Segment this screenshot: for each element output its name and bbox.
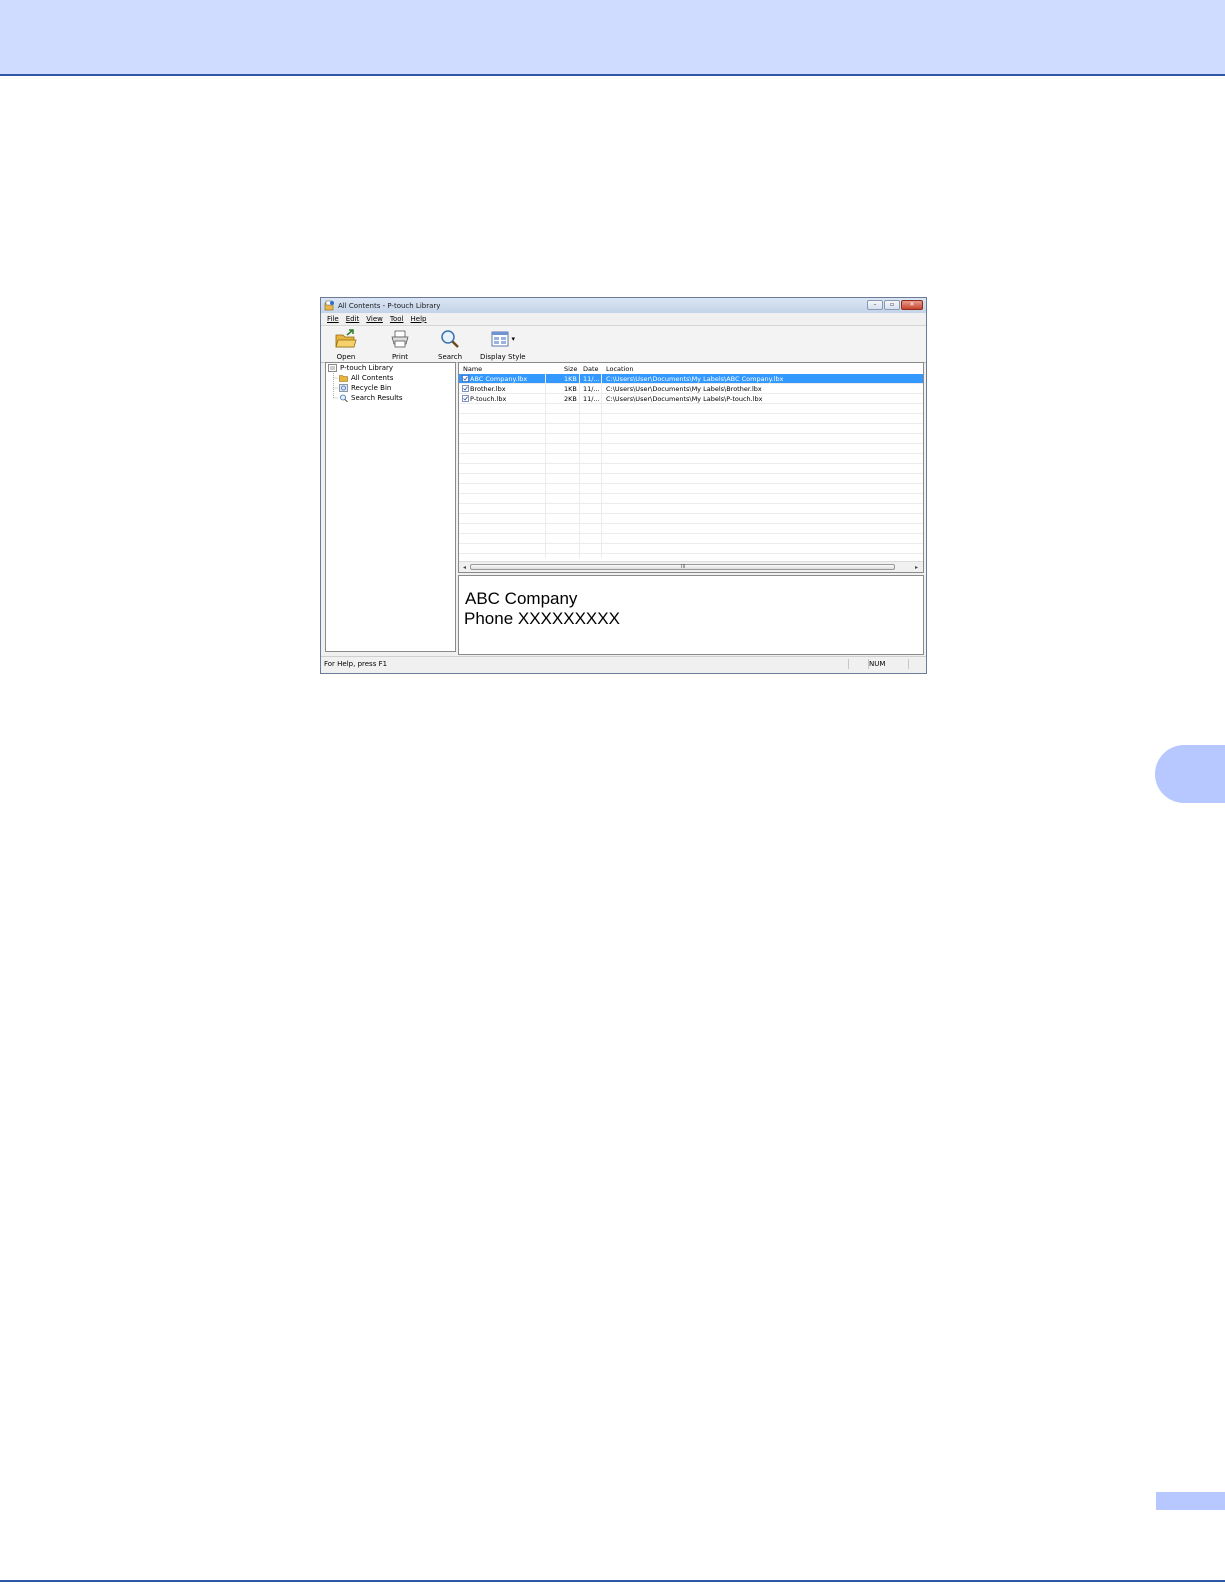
magnifier-icon xyxy=(439,328,461,350)
file-list[interactable]: Name Size Date Location ABC Company.lbx … xyxy=(458,362,924,573)
scrollbar-thumb[interactable]: III xyxy=(470,564,895,570)
cell-location: C:\Users\User\Documents\My Labels\P-touc… xyxy=(606,395,763,403)
tree-item-recycle-bin[interactable]: Recycle Bin xyxy=(339,384,391,392)
cell-location: C:\Users\User\Documents\My Labels\ABC Co… xyxy=(606,375,784,383)
printer-icon xyxy=(389,328,411,350)
folder-icon xyxy=(339,374,348,382)
empty-row xyxy=(459,424,923,434)
tree-item-search-results[interactable]: Search Results xyxy=(339,394,403,402)
open-label: Open xyxy=(336,353,356,361)
lbx-file-icon xyxy=(462,375,469,382)
cell-size: 1KB xyxy=(564,385,577,393)
empty-row xyxy=(459,434,923,444)
empty-row xyxy=(459,534,923,544)
list-grid: ABC Company.lbx 1KB 11/... C:\Users\User… xyxy=(459,374,923,558)
empty-row xyxy=(459,494,923,504)
cell-name: ABC Company.lbx xyxy=(462,375,544,383)
library-tree[interactable]: P-touch Library All Contents Recycle Bin… xyxy=(325,362,456,652)
cell-name: Brother.lbx xyxy=(462,385,544,393)
minimize-button[interactable]: – xyxy=(867,300,883,310)
title-bar[interactable]: All Contents - P-touch Library – ▫ ✕ xyxy=(321,298,926,313)
tree-item-all-contents[interactable]: All Contents xyxy=(339,374,393,382)
empty-row xyxy=(459,524,923,534)
column-divider xyxy=(579,374,580,558)
empty-row xyxy=(459,484,923,494)
cell-date: 11/... xyxy=(583,375,600,383)
table-row[interactable]: Brother.lbx 1KB 11/... C:\Users\User\Doc… xyxy=(459,384,923,394)
cell-size: 2KB xyxy=(564,395,577,403)
window-title: All Contents - P-touch Library xyxy=(338,301,441,310)
search-button[interactable]: Search xyxy=(438,328,462,361)
preview-line-company: ABC Company xyxy=(465,589,578,608)
status-cell xyxy=(848,659,869,669)
page-number-box xyxy=(1156,1492,1225,1510)
search-results-icon xyxy=(339,394,348,402)
open-button[interactable]: Open xyxy=(335,328,357,361)
display-style-icon: ▾ xyxy=(486,328,520,350)
status-bar: For Help, press F1 NUM xyxy=(321,656,926,672)
menu-view[interactable]: View xyxy=(366,315,383,323)
empty-row xyxy=(459,474,923,484)
library-icon xyxy=(328,364,337,372)
empty-row xyxy=(459,404,923,414)
cell-size: 1KB xyxy=(564,375,577,383)
status-num-indicator: NUM xyxy=(869,660,886,668)
lbx-file-icon xyxy=(462,385,469,392)
display-style-button[interactable]: ▾ Display Style xyxy=(480,328,526,361)
column-divider xyxy=(601,374,602,558)
cell-date: 11/... xyxy=(583,395,600,403)
table-row[interactable]: P-touch.lbx 2KB 11/... C:\Users\User\Doc… xyxy=(459,394,923,404)
lbx-file-icon xyxy=(462,395,469,402)
search-label: Search xyxy=(438,353,463,361)
status-resize-grip[interactable] xyxy=(908,659,925,669)
empty-row xyxy=(459,504,923,514)
column-divider xyxy=(545,374,546,558)
print-button[interactable]: Print xyxy=(389,328,411,361)
open-folder-icon xyxy=(335,328,357,350)
close-button[interactable]: ✕ xyxy=(901,300,923,310)
tree-item-label: All Contents xyxy=(351,374,394,382)
status-help-text: For Help, press F1 xyxy=(324,660,388,668)
empty-row xyxy=(459,444,923,454)
tree-root-library[interactable]: P-touch Library xyxy=(328,364,393,372)
recycle-bin-icon xyxy=(339,384,348,392)
horizontal-scrollbar[interactable]: ◂ III ▸ xyxy=(459,561,923,572)
table-row[interactable]: ABC Company.lbx 1KB 11/... C:\Users\User… xyxy=(459,374,923,384)
scrollbar-grip-icon: III xyxy=(681,564,686,570)
tree-item-label: Search Results xyxy=(351,394,403,402)
empty-row xyxy=(459,454,923,464)
cell-date: 11/... xyxy=(583,385,600,393)
column-header-location[interactable]: Location xyxy=(606,365,634,373)
menu-tool[interactable]: Tool xyxy=(390,315,404,323)
menu-help[interactable]: Help xyxy=(411,315,427,323)
app-window: All Contents - P-touch Library – ▫ ✕ Fil… xyxy=(320,297,927,674)
toolbar: Open Print Search ▾ Display Style xyxy=(321,325,926,363)
preview-line-phone: Phone XXXXXXXXX xyxy=(464,609,620,628)
empty-row xyxy=(459,414,923,424)
tree-item-label: Recycle Bin xyxy=(351,384,392,392)
scroll-left-arrow-icon[interactable]: ◂ xyxy=(460,563,469,572)
column-header-date[interactable]: Date xyxy=(583,365,599,373)
footer-line xyxy=(0,1580,1225,1582)
empty-row xyxy=(459,544,923,554)
menu-bar: File Edit View Tool Help xyxy=(321,313,926,324)
menu-file[interactable]: File xyxy=(327,315,339,323)
maximize-button[interactable]: ▫ xyxy=(884,300,900,310)
column-header-size[interactable]: Size xyxy=(564,365,577,373)
column-header-name[interactable]: Name xyxy=(463,365,482,373)
label-preview: ABC Company Phone XXXXXXXXX xyxy=(458,575,924,655)
tree-root-label: P-touch Library xyxy=(340,364,394,372)
menu-edit[interactable]: Edit xyxy=(346,315,360,323)
empty-row xyxy=(459,464,923,474)
display-style-label: Display Style xyxy=(480,353,526,361)
empty-row xyxy=(459,514,923,524)
cell-name: P-touch.lbx xyxy=(462,395,544,403)
page-header-band xyxy=(0,0,1225,76)
dropdown-arrow-icon[interactable]: ▾ xyxy=(512,335,516,343)
app-icon xyxy=(324,300,335,311)
cell-location: C:\Users\User\Documents\My Labels\Brothe… xyxy=(606,385,762,393)
scroll-right-arrow-icon[interactable]: ▸ xyxy=(912,563,921,572)
chapter-side-tab xyxy=(1155,745,1225,803)
print-label: Print xyxy=(391,353,409,361)
